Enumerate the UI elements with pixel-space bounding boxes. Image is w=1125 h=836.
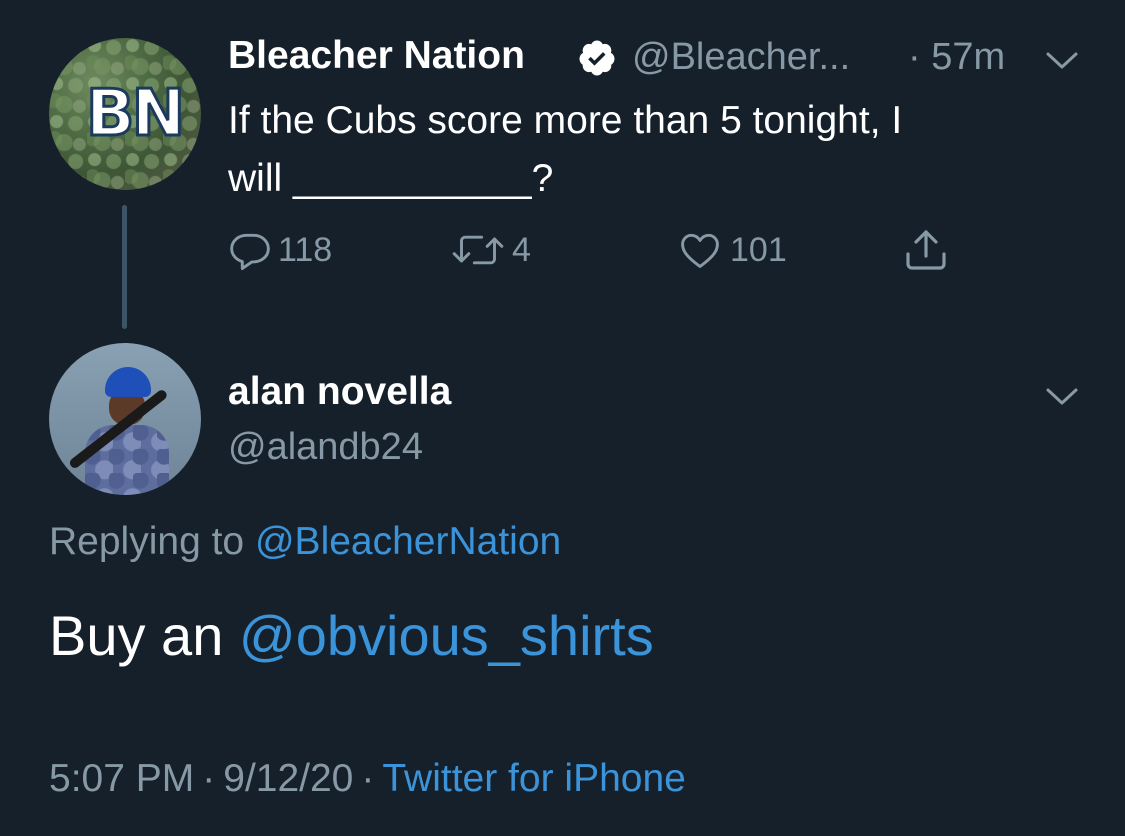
avatar-jersey xyxy=(85,425,169,495)
replying-to-link[interactable]: @BleacherNation xyxy=(255,520,561,563)
reply-tweet-text: Buy an @obvious_shirts xyxy=(49,603,654,668)
replying-to-line: Replying to @BleacherNation xyxy=(49,520,561,564)
tweet-time: 5:07 PM xyxy=(49,757,195,800)
tweet-source-link[interactable]: Twitter for iPhone xyxy=(382,757,685,800)
avatar-helmet xyxy=(105,367,151,397)
meta-separator: · xyxy=(361,757,375,800)
reply-icon xyxy=(230,233,270,270)
reply-button[interactable]: 118 xyxy=(228,228,332,272)
share-button[interactable] xyxy=(902,228,950,272)
like-count: 101 xyxy=(730,230,787,269)
alan-novella-avatar[interactable] xyxy=(49,343,201,495)
retweet-icon xyxy=(452,235,504,265)
reply-count: 118 xyxy=(278,230,333,269)
chevron-down-icon[interactable] xyxy=(1042,46,1082,74)
meta-separator: · xyxy=(202,757,216,800)
parent-tweet-text: If the Cubs score more than 5 tonight, I… xyxy=(228,99,903,200)
like-button[interactable]: 101 xyxy=(676,228,787,272)
share-icon xyxy=(906,230,946,270)
replying-to-label: Replying to xyxy=(49,520,245,563)
bn-logo: BN xyxy=(67,77,201,151)
heart-icon xyxy=(681,233,719,268)
retweet-count: 4 xyxy=(512,230,531,269)
mention-link[interactable]: @obvious_shirts xyxy=(239,604,654,667)
parent-timestamp[interactable]: · 57m xyxy=(908,36,1005,79)
reply-author-handle[interactable]: @alandb24 xyxy=(228,426,423,469)
verified-badge-icon xyxy=(579,40,615,76)
parent-author-name[interactable]: Bleacher Nation xyxy=(228,34,525,78)
reply-author-name[interactable]: alan novella xyxy=(228,370,451,414)
tweet-date: 9/12/20 xyxy=(223,757,354,800)
parent-author-handle[interactable]: @Bleacher... xyxy=(632,36,850,79)
bleacher-nation-avatar[interactable]: BN xyxy=(49,38,201,190)
bn-logo-text: BN xyxy=(84,77,186,151)
thread-line xyxy=(122,205,127,329)
tweet-meta: 5:07 PM · 9/12/20 · Twitter for iPhone xyxy=(49,757,686,801)
chevron-down-icon[interactable] xyxy=(1042,382,1082,410)
reply-text-prefix: Buy an xyxy=(49,604,224,667)
retweet-button[interactable]: 4 xyxy=(450,228,531,272)
